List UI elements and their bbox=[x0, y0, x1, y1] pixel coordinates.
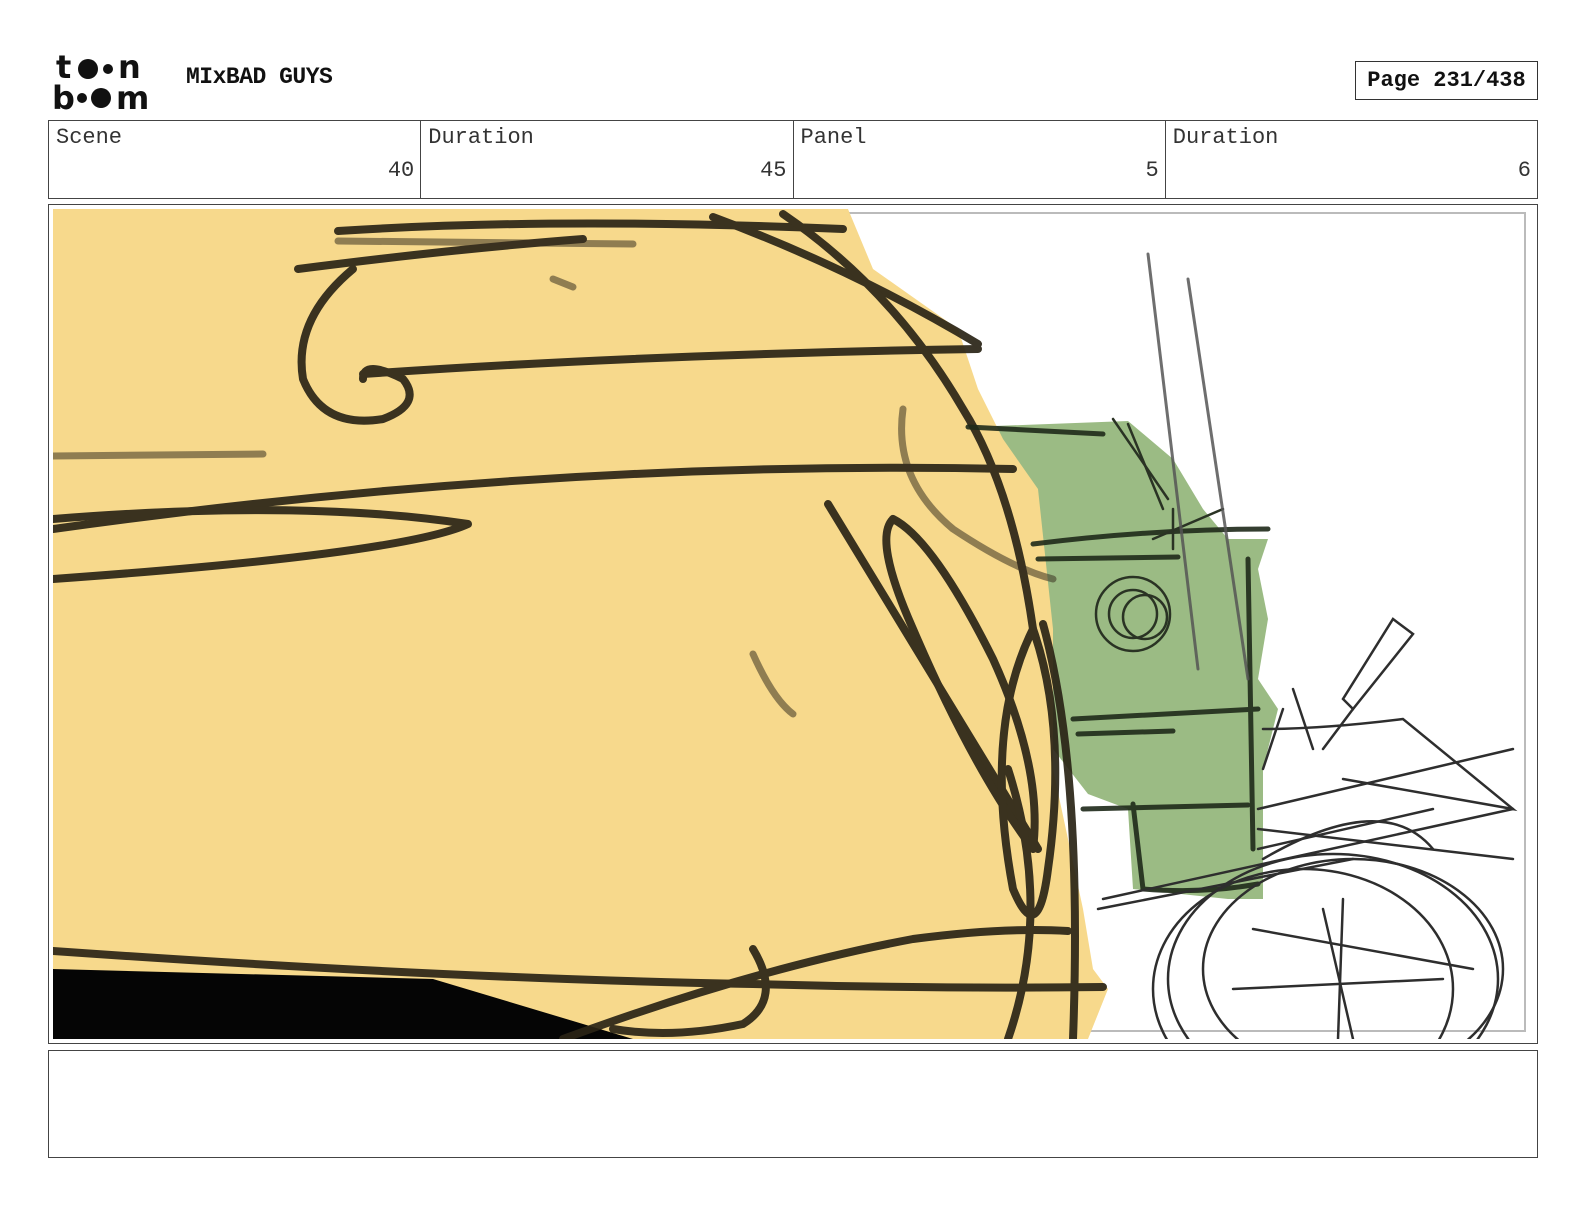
notes-box bbox=[48, 1050, 1538, 1158]
panel-info-row: Scene 40 Duration 45 Panel 5 Duration 6 bbox=[48, 120, 1538, 199]
scene-duration-value: 45 bbox=[760, 158, 787, 183]
svg-text:m: m bbox=[116, 79, 149, 112]
scene-cell: Scene 40 bbox=[49, 121, 422, 198]
panel-label: Panel bbox=[800, 125, 867, 150]
storyboard-panel bbox=[48, 204, 1538, 1044]
scene-duration-cell: Duration 45 bbox=[421, 121, 794, 198]
scene-duration-label: Duration bbox=[428, 125, 534, 150]
toonboom-logo: t n b m bbox=[52, 50, 149, 112]
skin-fill bbox=[53, 209, 1108, 1039]
svg-text:b: b bbox=[52, 79, 75, 112]
scene-value: 40 bbox=[387, 158, 415, 183]
project-title: MIxBAD GUYS bbox=[186, 64, 333, 90]
page-indicator: Page 231/438 bbox=[1355, 61, 1538, 100]
panel-duration-label: Duration bbox=[1172, 125, 1279, 150]
panel-value: 5 bbox=[1145, 158, 1159, 183]
panel-cell: Panel 5 bbox=[794, 121, 1166, 198]
scene-label: Scene bbox=[56, 125, 123, 150]
panel-sketch bbox=[53, 209, 1526, 1039]
page-label: Page 231/438 bbox=[1367, 68, 1526, 93]
panel-duration-cell: Duration 6 bbox=[1166, 121, 1537, 198]
panel-duration-value: 6 bbox=[1517, 158, 1531, 183]
